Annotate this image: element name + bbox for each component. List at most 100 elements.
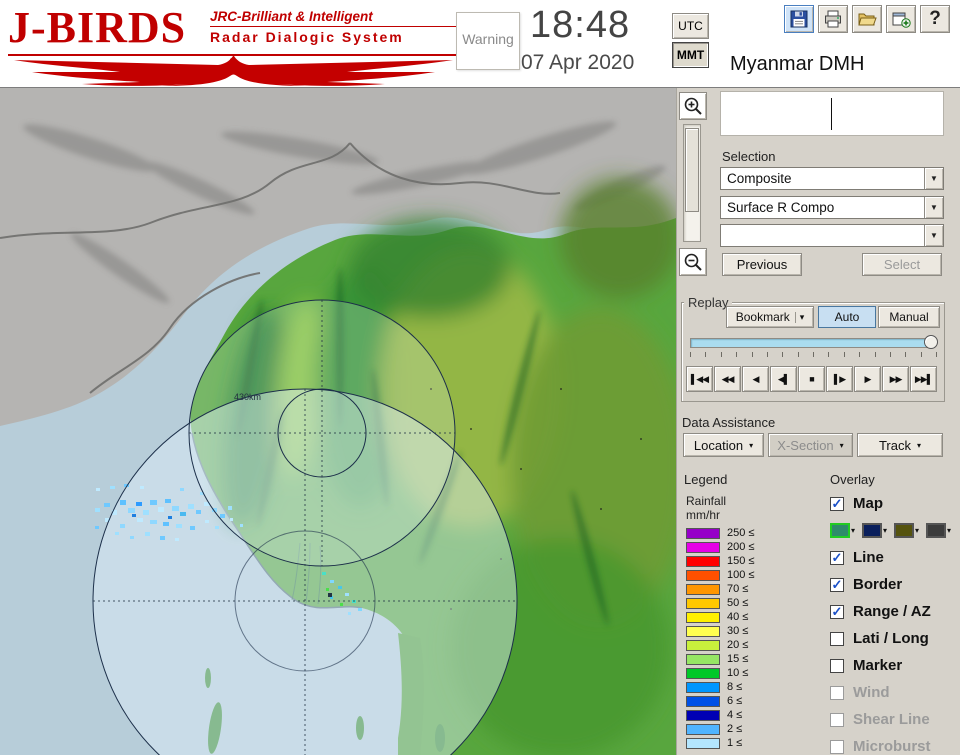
zoom-in-button[interactable]	[679, 92, 707, 120]
map-style-navy-swatch[interactable]	[862, 523, 883, 538]
jbirds-app: J-BIRDS JRC-Brilliant & Intelligent Rada…	[0, 0, 960, 755]
checkbox-unchecked[interactable]	[830, 712, 844, 727]
play-forward-button[interactable]: ▶	[854, 366, 881, 392]
legend-color-swatch	[686, 681, 720, 693]
overlay-item-lati-long[interactable]: Lati / Long	[830, 625, 958, 652]
map-style-olive-swatch[interactable]	[894, 523, 915, 538]
legend-title: Legend	[684, 472, 728, 487]
jbirds-logo: J-BIRDS JRC-Brilliant & Intelligent Rada…	[8, 2, 460, 86]
legend-value: 30 ≤	[727, 625, 749, 637]
checkbox-checked[interactable]: ✓	[830, 550, 844, 565]
radar-map[interactable]: 430km	[0, 88, 690, 755]
legend-row-200: 200 ≤	[686, 540, 754, 554]
overlay-item-microburst[interactable]: Microburst	[830, 733, 958, 755]
checkbox-unchecked[interactable]	[830, 739, 844, 754]
bookmark-button[interactable]: Bookmark ▾	[726, 306, 814, 328]
previous-button[interactable]: Previous	[722, 253, 802, 276]
fast-forward-button[interactable]: ▶▶	[882, 366, 909, 392]
legend-row-70: 70 ≤	[686, 582, 754, 596]
skip-to-start-button[interactable]: ▌◀◀	[686, 366, 713, 392]
legend-color-swatch	[686, 527, 720, 539]
chevron-down-icon[interactable]: ▾	[749, 441, 753, 450]
zoom-out-button[interactable]	[679, 248, 707, 276]
slider-tick	[813, 352, 814, 357]
timezone-utc-button[interactable]: UTC	[672, 13, 709, 39]
help-icon: ?	[929, 8, 941, 29]
checkbox-checked[interactable]: ✓	[830, 604, 844, 619]
legend-row-100: 100 ≤	[686, 568, 754, 582]
overlay-label: Lati / Long	[853, 630, 929, 647]
chevron-down-icon[interactable]: ▼	[924, 197, 943, 218]
step-back-button[interactable]: ◀▌	[770, 366, 797, 392]
save-button[interactable]	[784, 5, 814, 33]
checkbox-unchecked[interactable]	[830, 658, 844, 673]
track-button[interactable]: Track ▾	[857, 433, 943, 457]
replay-slider-handle[interactable]	[924, 335, 938, 349]
overlay-item-range-az[interactable]: ✓ Range / AZ	[830, 598, 958, 625]
stop-button[interactable]: ■	[798, 366, 825, 392]
checkbox-checked[interactable]: ✓	[830, 577, 844, 592]
chevron-down-icon[interactable]: ▼	[924, 225, 943, 246]
location-button[interactable]: Location ▾	[683, 433, 764, 457]
legend-row-50: 50 ≤	[686, 596, 754, 610]
header-bar: J-BIRDS JRC-Brilliant & Intelligent Rada…	[0, 0, 960, 88]
overlay-label: Map	[853, 495, 883, 512]
step-forward-button[interactable]: ▌▶	[826, 366, 853, 392]
replay-timeline-slider[interactable]	[690, 338, 930, 348]
product-dropdown[interactable]: Surface R Compo ▼	[720, 196, 944, 219]
map-style-terrain-swatch[interactable]	[830, 523, 850, 538]
checkbox-unchecked[interactable]	[830, 631, 844, 646]
chevron-down-icon[interactable]: ▾	[915, 526, 919, 535]
slider-tick	[920, 352, 922, 357]
chevron-down-icon[interactable]: ▾	[840, 441, 844, 450]
help-button[interactable]: ?	[920, 5, 950, 33]
checkbox-unchecked[interactable]	[830, 685, 844, 700]
overlay-item-line[interactable]: ✓ Line	[830, 544, 958, 571]
logo-subtitle-line1: JRC-Brilliant & Intelligent	[210, 9, 373, 24]
zoom-scrollbar[interactable]	[683, 124, 701, 242]
overlay-item-marker[interactable]: Marker	[830, 652, 958, 679]
legend-row-250: 250 ≤	[686, 526, 754, 540]
legend-value: 200 ≤	[727, 541, 755, 553]
map-style-terrain-swatch-wrap: ▾	[830, 523, 855, 538]
track-button-label: Track	[878, 437, 911, 453]
x-section-button[interactable]: X-Section ▾	[768, 433, 853, 457]
chevron-down-icon[interactable]: ▾	[794, 311, 804, 323]
overlay-item-wind[interactable]: Wind	[830, 679, 958, 706]
map-style-dark-swatch[interactable]	[926, 523, 947, 538]
fast-rewind-button[interactable]: ◀◀	[714, 366, 741, 392]
manual-button[interactable]: Manual	[878, 306, 940, 328]
auto-button[interactable]: Auto	[818, 306, 876, 328]
play-reverse-button[interactable]: ◀	[742, 366, 769, 392]
range-ring-label: 430km	[234, 392, 261, 402]
composite-dropdown[interactable]: Composite ▼	[720, 167, 944, 190]
product-dropdown-value: Surface R Compo	[727, 200, 835, 215]
zoom-scrollbar-thumb[interactable]	[685, 128, 699, 212]
chevron-down-icon[interactable]: ▾	[947, 526, 951, 535]
chevron-down-icon[interactable]: ▾	[883, 526, 887, 535]
slider-tick	[843, 352, 845, 357]
legend-row-10: 10 ≤	[686, 666, 754, 680]
overlay-label: Range / AZ	[853, 603, 931, 620]
chevron-down-icon[interactable]: ▼	[924, 168, 943, 189]
overlay-item-map[interactable]: ✓ Map	[830, 490, 958, 517]
warning-panel[interactable]: Warning	[456, 12, 520, 70]
skip-to-end-button[interactable]: ▶▶▌	[910, 366, 937, 392]
slider-tick	[751, 352, 753, 357]
empty-dropdown[interactable]: ▼	[720, 224, 944, 247]
legend-color-swatch	[686, 583, 720, 595]
print-button[interactable]	[818, 5, 848, 33]
overlay-item-shear-line[interactable]: Shear Line	[830, 706, 958, 733]
timezone-mmt-button[interactable]: MMT	[672, 42, 709, 68]
open-folder-button[interactable]	[852, 5, 882, 33]
overlay-item-border[interactable]: ✓ Border	[830, 571, 958, 598]
legend-row-2: 2 ≤	[686, 722, 754, 736]
legend-row-20: 20 ≤	[686, 638, 754, 652]
export-button[interactable]	[886, 5, 916, 33]
station-text-input[interactable]	[720, 91, 944, 136]
checkbox-checked[interactable]: ✓	[830, 496, 844, 511]
select-button[interactable]: Select	[862, 253, 942, 276]
chevron-down-icon[interactable]: ▾	[917, 441, 921, 450]
chevron-down-icon[interactable]: ▾	[851, 526, 855, 535]
zoom-in-icon	[684, 97, 702, 115]
